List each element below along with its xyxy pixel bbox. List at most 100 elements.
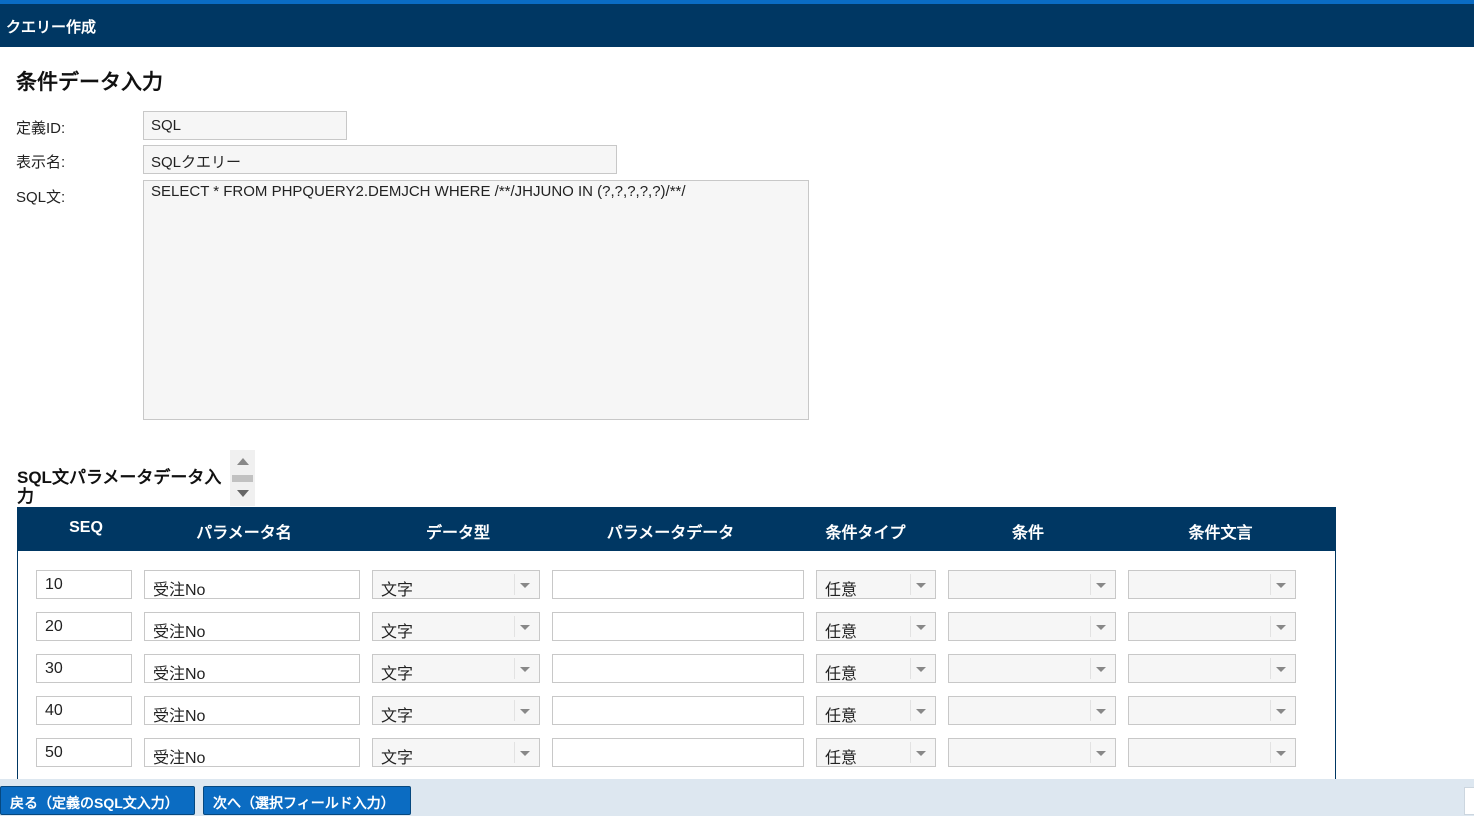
chevron-down-icon — [1096, 625, 1106, 630]
cond-type-select[interactable]: 任意 — [816, 738, 936, 767]
param-name-input[interactable]: 受注No — [144, 696, 360, 725]
chevron-down-icon — [1276, 625, 1286, 630]
param-table-header: SEQ パラメータ名 データ型 パラメータデータ 条件タイプ 条件 条件文言 — [18, 507, 1335, 551]
param-table: SEQ パラメータ名 データ型 パラメータデータ 条件タイプ 条件 条件文言 1… — [17, 507, 1336, 787]
data-type-select[interactable]: 文字 — [372, 696, 540, 725]
section-scrollbar[interactable] — [230, 450, 255, 506]
window-title: クエリー作成 — [6, 19, 97, 36]
footer-bar: 戻る（定義のSQL文入力） 次へ（選択フィールド入力） — [0, 779, 1474, 816]
data-type-select[interactable]: 文字 — [372, 612, 540, 641]
param-data-input[interactable] — [552, 738, 804, 767]
cond-text-select[interactable] — [1128, 570, 1296, 599]
param-section-title: SQL文パラメータデータ入力 — [17, 468, 222, 506]
window-title-bar: クエリー作成 — [0, 4, 1474, 47]
data-type-select[interactable]: 文字 — [372, 570, 540, 599]
cond-type-select[interactable]: 任意 — [816, 696, 936, 725]
definition-id-field[interactable]: SQL — [143, 111, 347, 140]
seq-input[interactable]: 20 — [36, 612, 132, 641]
chevron-down-icon — [1096, 709, 1106, 714]
select-divider — [910, 574, 911, 595]
cond-type-select[interactable]: 任意 — [816, 612, 936, 641]
chevron-down-icon — [1276, 583, 1286, 588]
cond-text-select[interactable] — [1128, 696, 1296, 725]
back-button[interactable]: 戻る（定義のSQL文入力） — [0, 786, 195, 815]
sql-textarea[interactable]: SELECT * FROM PHPQUERY2.DEMJCH WHERE /**… — [143, 180, 809, 420]
display-name-field[interactable]: SQLクエリー — [143, 145, 617, 174]
cond-select[interactable] — [948, 654, 1116, 683]
chevron-down-icon — [1096, 583, 1106, 588]
cond-type-select[interactable]: 任意 — [816, 570, 936, 599]
page-title: 条件データ入力 — [16, 71, 163, 94]
select-divider — [514, 658, 515, 679]
data-type-value: 文字 — [381, 666, 414, 683]
seq-input[interactable]: 50 — [36, 738, 132, 767]
column-header-param-data: パラメータデータ — [606, 525, 735, 542]
scroll-up-icon[interactable] — [237, 458, 249, 465]
cond-type-value: 任意 — [825, 708, 858, 725]
select-divider — [910, 616, 911, 637]
cond-select[interactable] — [948, 612, 1116, 641]
select-divider — [514, 742, 515, 763]
scroll-thumb[interactable] — [232, 475, 253, 482]
param-data-input[interactable] — [552, 570, 804, 599]
select-divider — [1090, 658, 1091, 679]
select-divider — [1090, 616, 1091, 637]
chevron-down-icon — [1096, 751, 1106, 756]
cond-type-select[interactable]: 任意 — [816, 654, 936, 683]
data-type-value: 文字 — [381, 582, 414, 599]
chevron-down-icon — [520, 709, 530, 714]
cond-type-value: 任意 — [825, 666, 858, 683]
cond-text-select[interactable] — [1128, 654, 1296, 683]
select-divider — [910, 700, 911, 721]
column-header-param-name: パラメータ名 — [196, 525, 292, 542]
data-type-value: 文字 — [381, 624, 414, 641]
seq-input[interactable]: 30 — [36, 654, 132, 683]
cond-select[interactable] — [948, 570, 1116, 599]
param-name-input[interactable]: 受注No — [144, 570, 360, 599]
data-type-select[interactable]: 文字 — [372, 738, 540, 767]
seq-input[interactable]: 40 — [36, 696, 132, 725]
seq-input[interactable]: 10 — [36, 570, 132, 599]
select-divider — [514, 700, 515, 721]
chevron-down-icon — [520, 751, 530, 756]
scroll-down-icon[interactable] — [237, 490, 249, 497]
chevron-down-icon — [916, 583, 926, 588]
sql-label: SQL文: — [16, 189, 66, 206]
cond-type-value: 任意 — [825, 624, 858, 641]
cond-text-select[interactable] — [1128, 738, 1296, 767]
param-name-input[interactable]: 受注No — [144, 738, 360, 767]
column-header-cond: 条件 — [1011, 525, 1044, 542]
cond-select[interactable] — [948, 738, 1116, 767]
select-divider — [514, 616, 515, 637]
column-header-seq: SEQ — [69, 519, 103, 536]
chevron-down-icon — [520, 583, 530, 588]
param-name-input[interactable]: 受注No — [144, 612, 360, 641]
cond-type-value: 任意 — [825, 750, 858, 767]
footer-corner-tab — [1464, 787, 1474, 815]
param-data-input[interactable] — [552, 612, 804, 641]
data-type-select[interactable]: 文字 — [372, 654, 540, 683]
data-type-value: 文字 — [381, 708, 414, 725]
column-header-cond-type: 条件タイプ — [825, 525, 906, 542]
column-header-data-type: データ型 — [425, 525, 490, 542]
chevron-down-icon — [916, 709, 926, 714]
column-header-cond-text: 条件文言 — [1188, 525, 1253, 542]
chevron-down-icon — [520, 625, 530, 630]
cond-select[interactable] — [948, 696, 1116, 725]
select-divider — [1270, 658, 1271, 679]
select-divider — [1270, 616, 1271, 637]
param-data-input[interactable] — [552, 696, 804, 725]
param-name-input[interactable]: 受注No — [144, 654, 360, 683]
chevron-down-icon — [520, 667, 530, 672]
cond-text-select[interactable] — [1128, 612, 1296, 641]
select-divider — [1090, 574, 1091, 595]
next-button[interactable]: 次へ（選択フィールド入力） — [203, 786, 411, 815]
select-divider — [1090, 700, 1091, 721]
select-divider — [910, 658, 911, 679]
param-data-input[interactable] — [552, 654, 804, 683]
chevron-down-icon — [1096, 667, 1106, 672]
chevron-down-icon — [1276, 709, 1286, 714]
select-divider — [1090, 742, 1091, 763]
select-divider — [1270, 742, 1271, 763]
display-name-label: 表示名: — [16, 154, 66, 171]
